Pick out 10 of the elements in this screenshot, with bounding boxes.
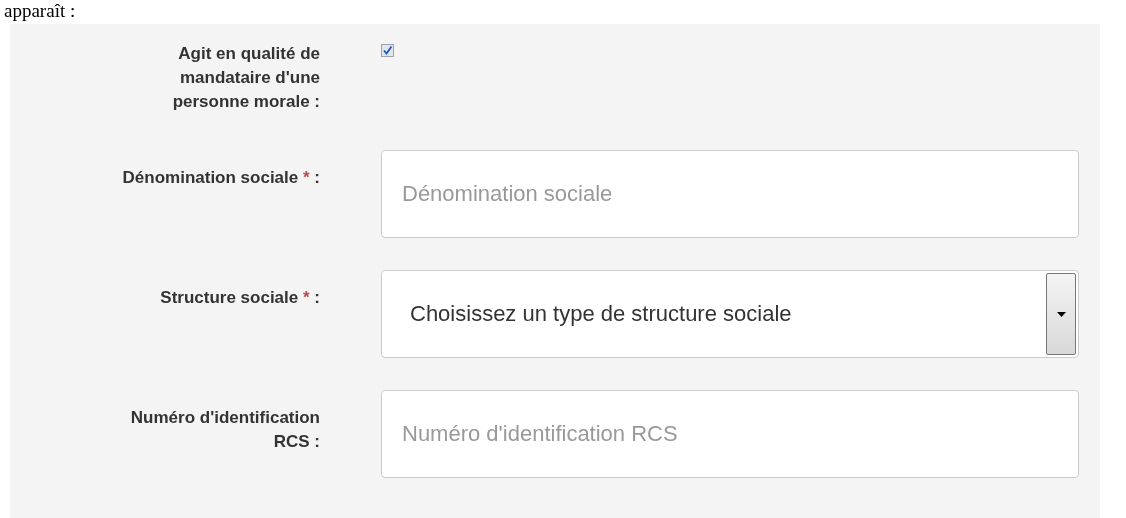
intro-text: apparaît : [3,0,76,22]
caret-icon [1056,311,1066,317]
field-label: Agit en qualité de mandataire d'une personne morale : [171,43,320,113]
text-field[interactable]: Dénomination sociale [381,150,1079,238]
field-label: Dénomination sociale * : [122,167,320,189]
select-field[interactable]: Choisissez un type de structure sociale [381,270,1079,358]
checkbox[interactable] [381,44,394,57]
field-label: Structure sociale * : [160,287,320,309]
field-label: Numéro d'identification RCS : [129,407,320,453]
text-field[interactable]: Numéro d'identification RCS [381,390,1079,478]
